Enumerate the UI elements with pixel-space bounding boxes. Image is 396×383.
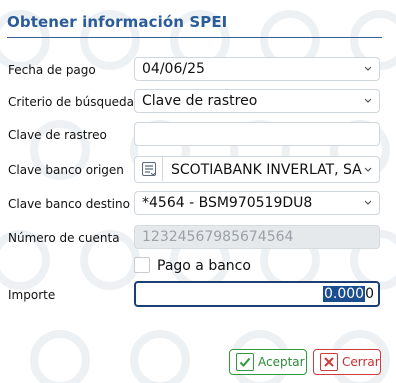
banco-origen-value: SCOTIABANK INVERLAT, SA — [171, 161, 362, 178]
numero-cuenta-input: 12324567985674564 — [134, 225, 380, 249]
pago-banco-label: Pago a banco — [157, 258, 251, 274]
clave-rastreo-label: Clave de rastreo — [8, 128, 107, 142]
criterio-value: Clave de rastreo — [142, 93, 258, 109]
fecha-pago-select[interactable]: 04/06/25 — [134, 57, 380, 81]
pago-banco-checkbox[interactable] — [134, 257, 150, 273]
numero-cuenta-value: 12324567985674564 — [142, 229, 294, 245]
fecha-pago-value: 04/06/25 — [142, 61, 205, 77]
banco-destino-label: Clave banco destino — [8, 197, 130, 211]
banco-origen-select[interactable]: SCOTIABANK INVERLAT, SA — [134, 156, 380, 183]
close-icon — [320, 353, 338, 371]
close-button[interactable]: Cerrar — [313, 349, 381, 375]
dialog-title: Obtener información SPEI — [7, 13, 228, 31]
criterio-select[interactable]: Clave de rastreo — [134, 89, 380, 113]
importe-rest-text: 0 — [365, 286, 374, 302]
chevron-down-icon — [364, 98, 372, 103]
chevron-down-icon — [364, 200, 372, 205]
close-label: Cerrar — [342, 355, 380, 369]
list-icon — [141, 162, 156, 176]
title-divider — [7, 37, 382, 38]
numero-cuenta-label: Número de cuenta — [8, 231, 120, 245]
criterio-label: Criterio de búsqueda* — [8, 95, 141, 109]
importe-input[interactable]: 0.000 0 — [134, 281, 380, 307]
banco-destino-value: *4564 - BSM970519DU8 — [142, 195, 313, 211]
importe-label: Importe — [8, 288, 56, 302]
banco-origen-label: Clave banco origen — [8, 163, 124, 177]
chevron-down-icon — [364, 167, 372, 172]
chevron-down-icon — [364, 66, 372, 71]
accept-label: Aceptar — [258, 355, 305, 369]
fecha-pago-label: Fecha de pago — [8, 63, 96, 77]
clave-rastreo-input[interactable] — [134, 122, 380, 146]
accept-button[interactable]: Aceptar — [229, 349, 307, 375]
banco-destino-select[interactable]: *4564 - BSM970519DU8 — [134, 191, 380, 215]
check-icon — [236, 353, 254, 371]
list-icon-button[interactable] — [135, 157, 163, 181]
importe-selected-text: 0.000 — [322, 286, 366, 302]
